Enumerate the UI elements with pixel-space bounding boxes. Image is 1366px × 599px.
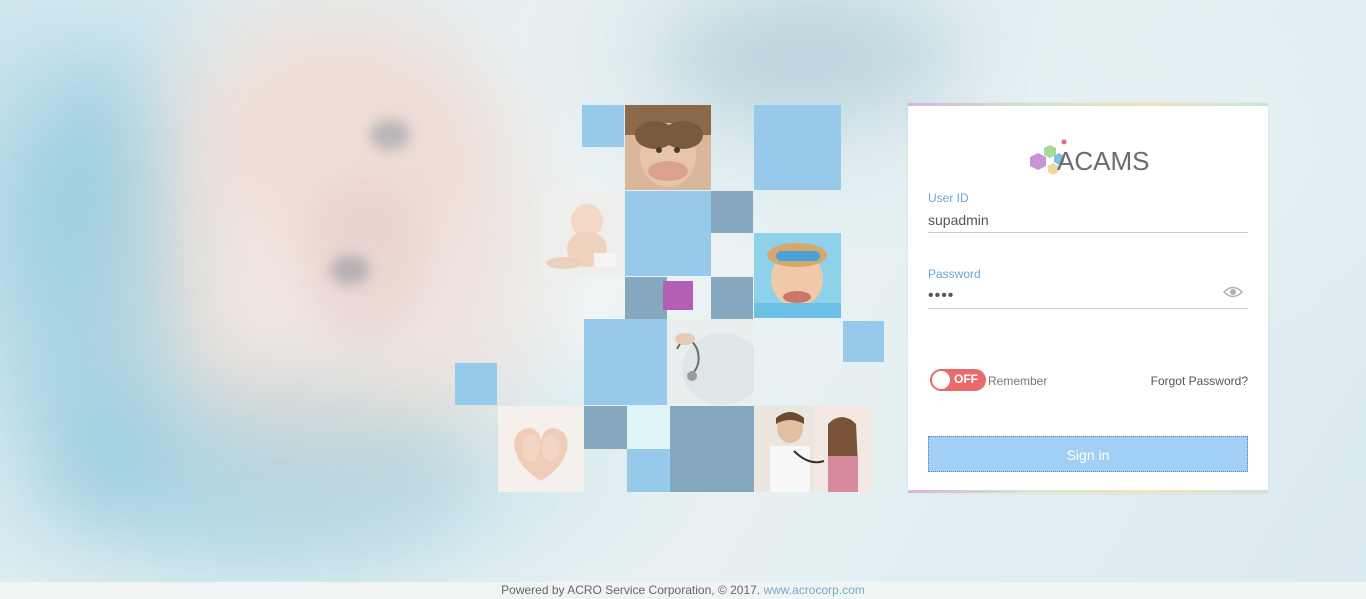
mosaic-tile — [670, 406, 754, 492]
user-id-input[interactable] — [928, 208, 1248, 233]
app-logo: ACAMS — [1026, 137, 1156, 181]
forgot-password-link[interactable]: Forgot Password? — [1151, 374, 1248, 388]
photo-pregnancy-stethoscope — [667, 319, 754, 405]
mosaic-tile — [625, 277, 667, 319]
card-bottom-border — [908, 490, 1268, 493]
password-input[interactable] — [928, 284, 1248, 309]
photo-doctor-child — [754, 406, 873, 492]
mosaic-tile-accent — [663, 281, 693, 310]
toggle-state-label: OFF — [954, 372, 978, 386]
photo-smiling-girl — [625, 105, 711, 190]
mosaic-tile — [455, 363, 497, 405]
photo-baby — [539, 191, 625, 276]
remember-toggle[interactable]: OFF — [930, 369, 986, 391]
mosaic-tile — [627, 449, 670, 492]
mosaic-tile — [584, 319, 667, 405]
mosaic-tile — [625, 191, 711, 276]
password-label: Password — [928, 267, 981, 281]
photo-baby-feet-heart — [498, 406, 584, 492]
login-card: ACAMS User ID Password OFF Remember Forg… — [908, 103, 1268, 493]
mosaic-tile — [754, 105, 841, 190]
card-top-border — [908, 103, 1268, 106]
mosaic-tile — [711, 277, 753, 319]
toggle-knob — [932, 371, 950, 389]
footer: Powered by ACRO Service Corporation, © 2… — [0, 582, 1366, 599]
photo-swimmer-girl — [754, 233, 841, 318]
mosaic-tile — [627, 406, 670, 449]
remember-label: Remember — [988, 374, 1048, 388]
user-id-label: User ID — [928, 191, 969, 205]
mosaic-tile — [843, 321, 884, 362]
logo-text: ACAMS — [1057, 146, 1150, 176]
mosaic-tile — [582, 105, 624, 147]
footer-link[interactable]: www.acrocorp.com — [763, 583, 864, 597]
eye-icon[interactable] — [1223, 285, 1243, 299]
sign-in-button[interactable]: Sign in — [928, 436, 1248, 472]
mosaic-tile — [584, 406, 627, 449]
mosaic-tile — [711, 191, 753, 233]
footer-powered-by: Powered by ACRO Service Corporation, © 2… — [501, 583, 761, 597]
